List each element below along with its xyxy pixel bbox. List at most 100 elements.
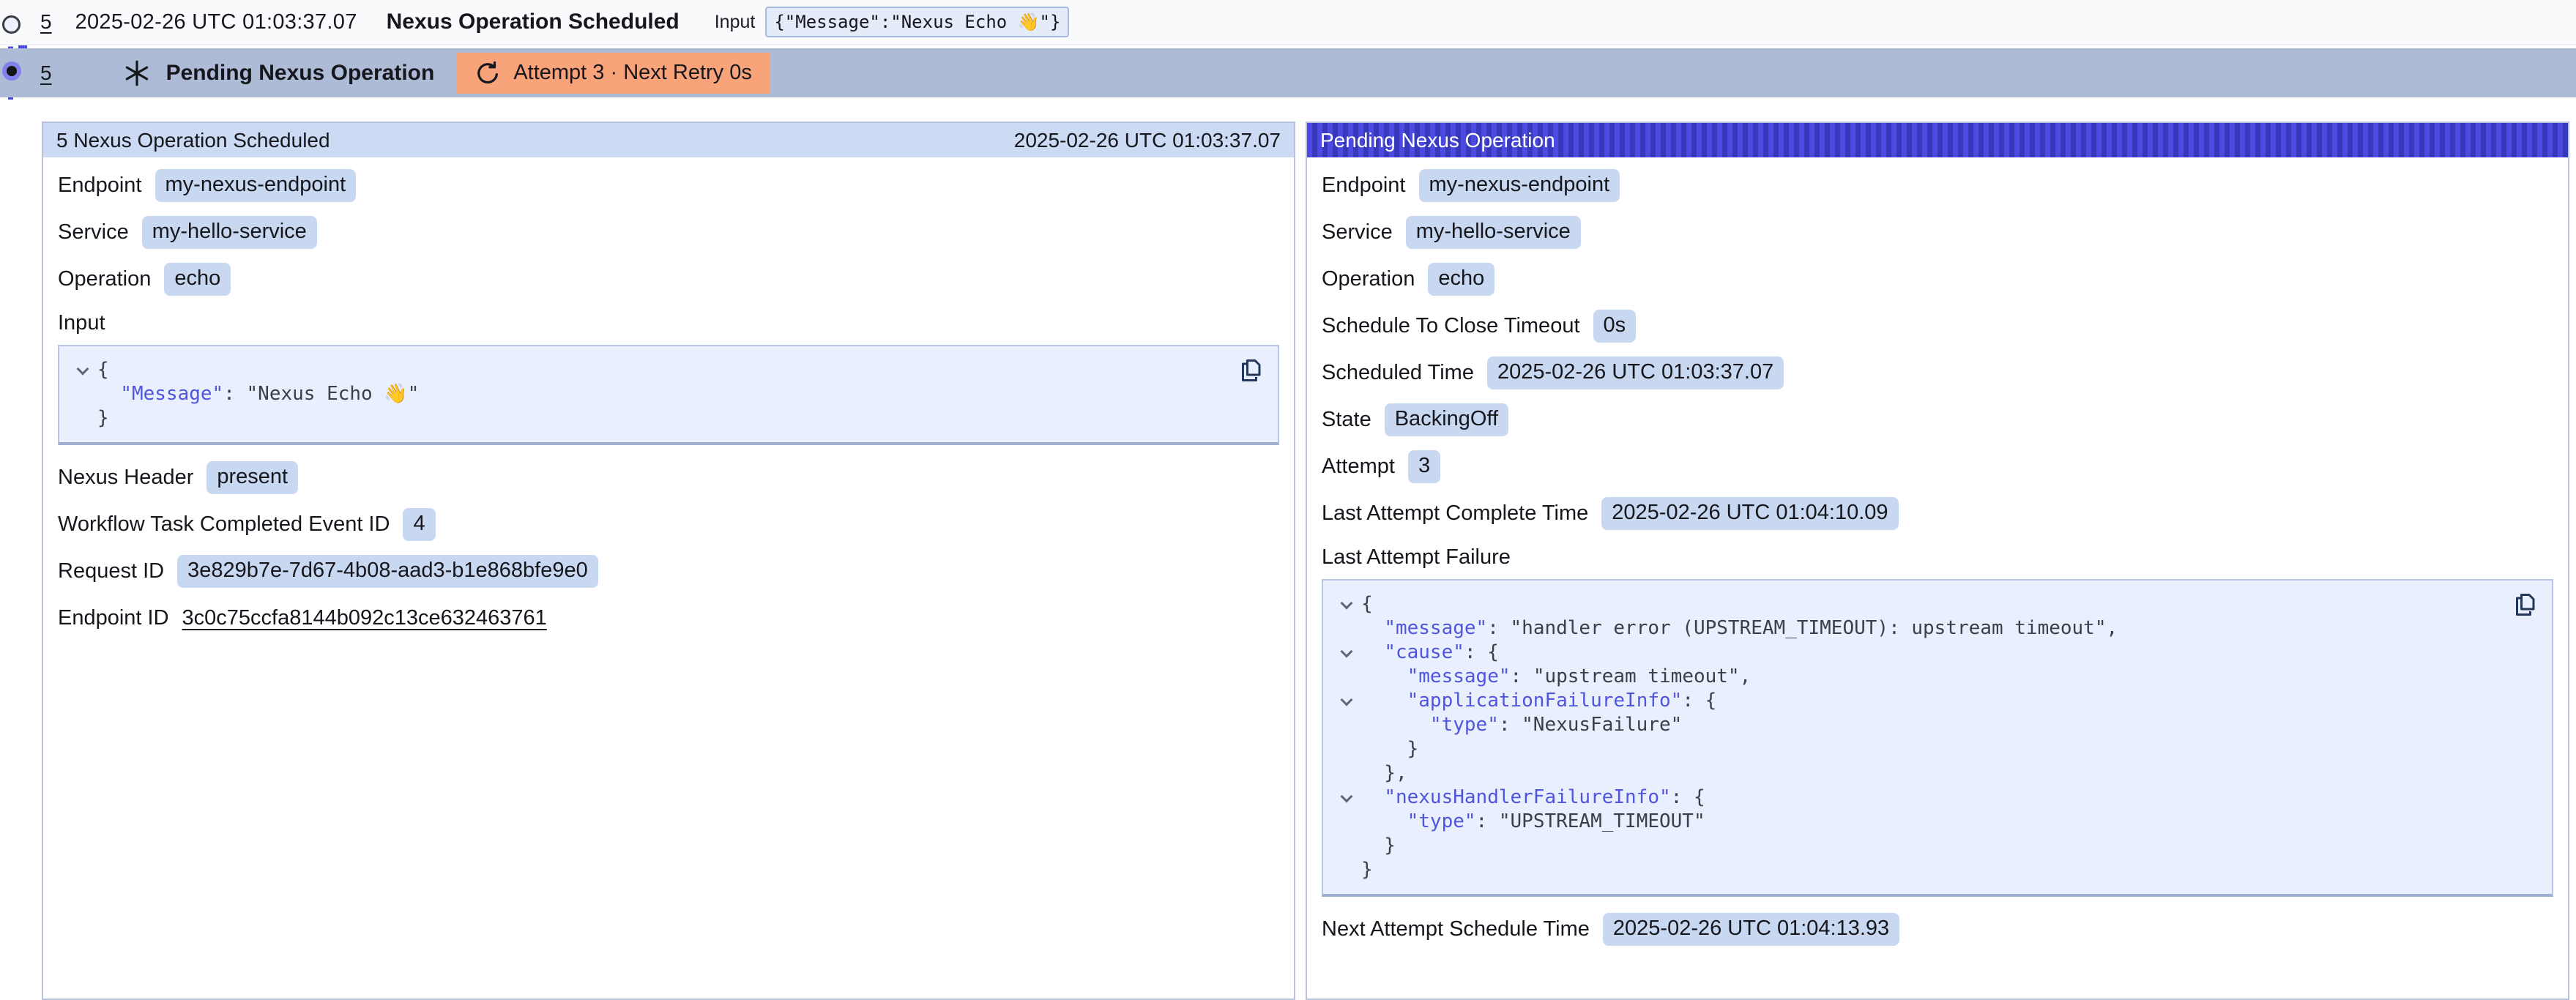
pending-asterisk-icon	[122, 59, 152, 88]
field-value-chip: my-hello-service	[142, 216, 317, 249]
event-id-link[interactable]: 5	[40, 10, 52, 34]
right-panel-body: Endpoint my-nexus-endpoint Service my-he…	[1307, 157, 2568, 971]
field-label: State	[1322, 408, 1371, 432]
retry-icon	[474, 59, 502, 87]
copy-icon	[2512, 592, 2538, 618]
field-label: Service	[58, 220, 129, 245]
field-schedule-to-close-timeout: Schedule To Close Timeout 0s	[1322, 310, 2553, 342]
field-value-chip: my-hello-service	[1406, 216, 1581, 249]
field-value-chip: echo	[164, 263, 231, 296]
state-badge: BackingOff	[1385, 403, 1508, 436]
detail-panels: 5 Nexus Operation Scheduled 2025-02-26 U…	[42, 122, 2569, 1000]
collapse-chevron-icon[interactable]	[1332, 689, 1361, 713]
json-line: }	[1332, 737, 2537, 761]
field-label: Schedule To Close Timeout	[1322, 314, 1580, 338]
field-value-chip: 2025-02-26 UTC 01:04:10.09	[1601, 497, 1898, 530]
field-label: Workflow Task Completed Event ID	[58, 512, 390, 537]
copy-failure-button[interactable]	[2511, 591, 2539, 619]
left-panel-header: 5 Nexus Operation Scheduled 2025-02-26 U…	[43, 123, 1294, 157]
field-label: Scheduled Time	[1322, 361, 1474, 385]
field-label: Next Attempt Schedule Time	[1322, 917, 1590, 941]
timeline-event-marker-active[interactable]	[2, 61, 21, 81]
event-title: Nexus Operation Scheduled	[387, 10, 680, 34]
field-value-chip: 3	[1408, 450, 1440, 483]
field-value-chip: 2025-02-26 UTC 01:04:13.93	[1603, 913, 1899, 946]
field-value-chip: echo	[1428, 263, 1494, 296]
json-line: "message": "upstream timeout",	[1332, 665, 2537, 689]
json-text: "nexusHandlerFailureInfo": {	[1361, 786, 1705, 810]
field-nexus-header: Nexus Header present	[58, 461, 1279, 493]
field-request-id: Request ID 3e829b7e-7d67-4b08-aad3-b1e86…	[58, 555, 1279, 587]
left-panel-title: 5 Nexus Operation Scheduled	[56, 129, 330, 152]
field-label: Request ID	[58, 559, 164, 583]
json-line: "cause": {	[1332, 641, 2537, 665]
json-line: "type": "NexusFailure"	[1332, 713, 2537, 737]
json-text: "type": "NexusFailure"	[1361, 713, 1682, 737]
field-endpoint: Endpoint my-nexus-endpoint	[1322, 169, 2553, 201]
right-panel-title: Pending Nexus Operation	[1320, 129, 1555, 152]
field-operation: Operation echo	[58, 263, 1279, 295]
pending-event-id-link[interactable]: 5	[40, 61, 52, 85]
field-label: Last Attempt Complete Time	[1322, 501, 1588, 526]
copy-icon	[1237, 357, 1264, 384]
field-input-label: Input	[58, 310, 1279, 336]
retry-status-badge: Attempt 3 · Next Retry 0s	[456, 53, 770, 94]
field-label: Service	[1322, 220, 1393, 245]
field-workflow-task-completed-event-id: Workflow Task Completed Event ID 4	[58, 508, 1279, 540]
json-line: },	[1332, 761, 2537, 786]
field-label: Endpoint	[1322, 173, 1406, 198]
json-text: "message": "upstream timeout",	[1361, 665, 1751, 689]
retry-badge-text: Attempt 3 · Next Retry 0s	[513, 61, 752, 85]
field-value-chip: 0s	[1593, 310, 1637, 343]
collapse-chevron-icon[interactable]	[68, 358, 97, 382]
collapse-chevron-icon[interactable]	[1332, 641, 1361, 665]
json-text: "type": "UPSTREAM_TIMEOUT"	[1361, 810, 1705, 834]
field-value-chip: 2025-02-26 UTC 01:03:37.07	[1487, 357, 1784, 389]
json-text: },	[1361, 761, 1407, 786]
event-summary-row[interactable]: 5 2025-02-26 UTC 01:03:37.07 Nexus Opera…	[0, 0, 2576, 45]
input-preview-chip[interactable]: {"Message":"Nexus Echo 👋"}	[765, 7, 1069, 37]
json-line: "Message": "Nexus Echo 👋"	[68, 382, 1263, 406]
collapse-chevron-icon[interactable]	[1332, 786, 1361, 810]
field-attempt: Attempt 3	[1322, 450, 2553, 482]
json-text: {	[97, 358, 109, 382]
field-last-attempt-failure-label: Last Attempt Failure	[1322, 544, 2553, 570]
json-text: }	[1361, 737, 1418, 761]
json-line: {	[1332, 592, 2537, 616]
nexus-operation-scheduled-panel: 5 Nexus Operation Scheduled 2025-02-26 U…	[42, 122, 1295, 1000]
json-line: "message": "handler error (UPSTREAM_TIME…	[1332, 616, 2537, 641]
collapse-chevron-icon[interactable]	[1332, 592, 1361, 616]
field-endpoint-id: Endpoint ID 3c0c75ccfa8144b092c13ce63246…	[58, 602, 1279, 634]
field-value-chip: my-nexus-endpoint	[155, 169, 357, 202]
field-service: Service my-hello-service	[1322, 216, 2553, 248]
left-panel-timestamp: 2025-02-26 UTC 01:03:37.07	[1014, 129, 1281, 152]
left-panel-body: Endpoint my-nexus-endpoint Service my-he…	[43, 157, 1294, 660]
field-label: Last Attempt Failure	[1322, 545, 1511, 570]
json-text: "Message": "Nexus Echo 👋"	[97, 382, 419, 406]
field-label: Endpoint ID	[58, 606, 169, 630]
field-label: Endpoint	[58, 173, 142, 198]
field-value-chip: 4	[403, 508, 435, 541]
right-panel-header: Pending Nexus Operation	[1307, 123, 2568, 157]
field-label: Operation	[1322, 267, 1415, 291]
json-line: }	[1332, 834, 2537, 858]
field-service: Service my-hello-service	[58, 216, 1279, 248]
field-operation: Operation echo	[1322, 263, 2553, 295]
json-text: {	[1361, 592, 1373, 616]
field-next-attempt-schedule-time: Next Attempt Schedule Time 2025-02-26 UT…	[1322, 913, 2553, 945]
pending-operation-row[interactable]: 5 Pending Nexus Operation Attempt 3 · Ne…	[0, 48, 2576, 97]
pending-title: Pending Nexus Operation	[166, 61, 435, 86]
endpoint-id-link[interactable]: 3c0c75ccfa8144b092c13ce632463761	[182, 606, 547, 630]
json-line: "applicationFailureInfo": {	[1332, 689, 2537, 713]
input-preview-label: Input	[715, 12, 756, 33]
copy-input-button[interactable]	[1237, 357, 1265, 384]
timeline-event-marker-open[interactable]	[2, 15, 21, 34]
json-line: "nexusHandlerFailureInfo": {	[1332, 786, 2537, 810]
field-last-attempt-complete-time: Last Attempt Complete Time 2025-02-26 UT…	[1322, 497, 2553, 529]
field-label: Nexus Header	[58, 466, 193, 490]
json-text: }	[97, 406, 109, 430]
event-timestamp: 2025-02-26 UTC 01:03:37.07	[75, 10, 357, 34]
json-line: }	[68, 406, 1263, 430]
json-line: "type": "UPSTREAM_TIMEOUT"	[1332, 810, 2537, 834]
field-state: State BackingOff	[1322, 403, 2553, 436]
